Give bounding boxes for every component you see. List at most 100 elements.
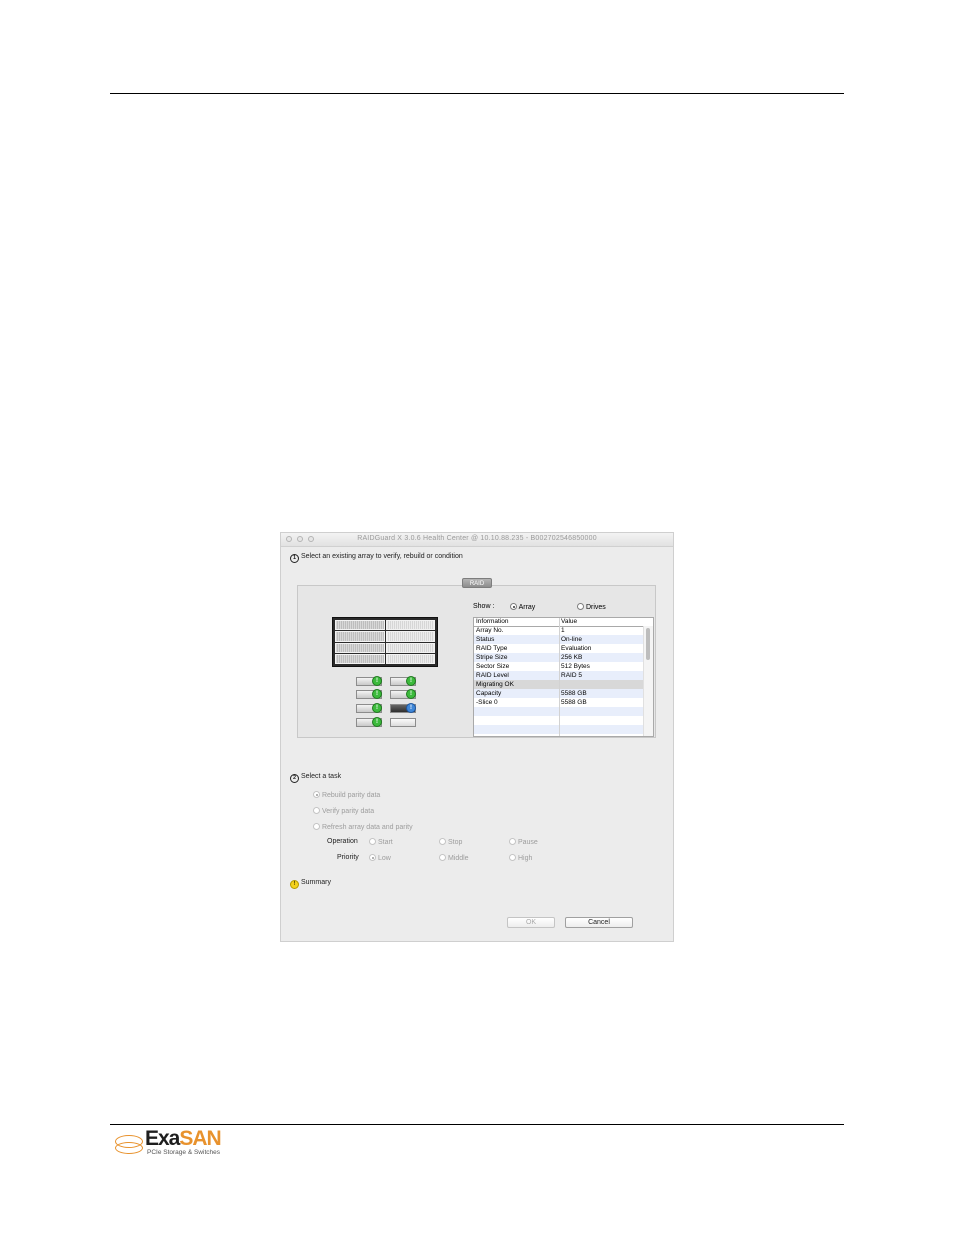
drive-slot[interactable]: ! bbox=[356, 703, 382, 713]
exasan-logo: ExaSAN PCIe Storage & Switches bbox=[113, 1127, 233, 1161]
value-cell: 512 Bytes bbox=[561, 663, 590, 670]
operation-stop-radio[interactable] bbox=[439, 838, 446, 845]
drive-slot[interactable]: ! bbox=[390, 703, 416, 713]
summary-heading: ! Summary bbox=[290, 879, 331, 889]
show-drives-label: Drives bbox=[585, 604, 606, 611]
priority-low-label: Low bbox=[377, 855, 391, 862]
step-1-number-icon: 1 bbox=[290, 554, 299, 563]
health-center-window: RAIDGuard X 3.0.6 Health Center @ 10.10.… bbox=[280, 532, 674, 942]
show-drives-option[interactable]: Drives bbox=[577, 603, 606, 611]
info-cell: Capacity bbox=[476, 690, 502, 697]
footer-rule bbox=[110, 1124, 844, 1125]
value-cell: 5588 GB bbox=[561, 699, 587, 706]
value-cell: 256 KB bbox=[561, 654, 583, 661]
header-rule bbox=[110, 93, 844, 94]
show-array-label: Array bbox=[518, 604, 536, 611]
task-rebuild-radio[interactable] bbox=[313, 791, 320, 798]
operation-start-radio[interactable] bbox=[369, 838, 376, 845]
column-divider bbox=[559, 618, 560, 736]
enclosure-bay bbox=[385, 631, 435, 642]
show-selector: Show : bbox=[473, 603, 494, 610]
logo-wordmark: ExaSAN bbox=[145, 1127, 222, 1150]
operation-label: Operation bbox=[327, 838, 358, 845]
summary-label: Summary bbox=[301, 879, 331, 886]
info-cell: -Slice 0 bbox=[476, 699, 498, 706]
enclosure-bay bbox=[335, 642, 385, 653]
raid-tab[interactable]: RAID bbox=[462, 578, 492, 588]
operation-stop-option[interactable]: Stop bbox=[439, 838, 462, 846]
logo-disk-icon bbox=[115, 1142, 143, 1154]
info-cell: Status bbox=[476, 636, 495, 643]
task-verify-radio[interactable] bbox=[313, 807, 320, 814]
logo-tagline: PCIe Storage & Switches bbox=[147, 1149, 220, 1156]
info-cell: Sector Size bbox=[476, 663, 510, 670]
step-2-number-icon: 2 bbox=[290, 774, 299, 783]
value-cell: Evaluation bbox=[561, 645, 592, 652]
column-header-value[interactable]: Value bbox=[561, 618, 577, 626]
value-cell: 1 bbox=[561, 627, 565, 634]
drive-slot[interactable] bbox=[390, 718, 416, 727]
warning-icon: ! bbox=[290, 880, 299, 889]
scrollbar-thumb[interactable] bbox=[646, 628, 650, 660]
operation-pause-label: Pause bbox=[517, 839, 538, 846]
priority-high-label: High bbox=[517, 855, 533, 862]
task-rebuild-parity[interactable]: Rebuild parity data bbox=[313, 791, 380, 799]
drive-slot[interactable]: ! bbox=[356, 717, 382, 727]
step-1-heading: 1 Select an existing array to verify, reb… bbox=[290, 553, 463, 563]
priority-low-option[interactable]: Low bbox=[369, 854, 391, 862]
step-1-label: Select an existing array to verify, rebu… bbox=[301, 553, 463, 560]
value-cell: 5588 GB bbox=[561, 690, 587, 697]
info-cell: RAID Type bbox=[476, 645, 508, 652]
info-cell: Stripe Size bbox=[476, 654, 508, 661]
value-cell: On-line bbox=[561, 636, 582, 643]
enclosure-bay bbox=[335, 631, 385, 642]
drive-slot[interactable]: ! bbox=[390, 676, 416, 686]
priority-high-option[interactable]: High bbox=[509, 854, 532, 862]
task-refresh-radio[interactable] bbox=[313, 823, 320, 830]
show-label: Show : bbox=[473, 603, 495, 610]
drive-selected-status-icon: ! bbox=[406, 703, 416, 713]
priority-low-radio[interactable] bbox=[369, 854, 376, 861]
enclosure-bay bbox=[335, 620, 385, 631]
drive-slot[interactable]: ! bbox=[356, 689, 382, 699]
enclosure-bay bbox=[385, 620, 435, 631]
operation-start-option[interactable]: Start bbox=[369, 838, 393, 846]
show-drives-radio[interactable] bbox=[577, 603, 584, 610]
priority-middle-radio[interactable] bbox=[439, 854, 446, 861]
ok-button[interactable]: OK bbox=[507, 917, 555, 928]
title-bar[interactable]: RAIDGuard X 3.0.6 Health Center @ 10.10.… bbox=[281, 533, 673, 547]
drive-ok-status-icon: ! bbox=[372, 689, 382, 699]
task-verify-parity[interactable]: Verify parity data bbox=[313, 807, 374, 815]
priority-high-radio[interactable] bbox=[509, 854, 516, 861]
array-info-table[interactable]: Array No. 1 Status On-line RAID Type Evaluati… bbox=[473, 617, 654, 737]
task-refresh-array[interactable]: Refresh array data and parity bbox=[313, 823, 413, 831]
drive-slot[interactable]: ! bbox=[356, 676, 382, 686]
priority-middle-label: Middle bbox=[447, 855, 469, 862]
column-header-information[interactable]: Information bbox=[476, 618, 509, 626]
enclosure-bay bbox=[335, 653, 385, 664]
enclosure-bay bbox=[385, 642, 435, 653]
drive-ok-status-icon: ! bbox=[372, 676, 382, 686]
drive-ok-status-icon: ! bbox=[372, 703, 382, 713]
info-cell: Array No. bbox=[476, 627, 504, 634]
operation-pause-radio[interactable] bbox=[509, 838, 516, 845]
table-scrollbar[interactable] bbox=[643, 626, 653, 736]
drive-ok-status-icon: ! bbox=[372, 717, 382, 727]
drive-slot[interactable]: ! bbox=[390, 689, 416, 699]
info-cell: Migrating OK bbox=[476, 681, 514, 688]
raid-enclosure-image bbox=[332, 617, 438, 667]
task-verify-label: Verify parity data bbox=[321, 808, 375, 815]
cancel-button[interactable]: Cancel bbox=[565, 917, 633, 928]
show-array-option[interactable]: Array bbox=[510, 603, 535, 611]
show-array-radio[interactable] bbox=[510, 603, 517, 610]
info-cell: RAID Level bbox=[476, 672, 509, 679]
priority-middle-option[interactable]: Middle bbox=[439, 854, 469, 862]
drive-ok-status-icon: ! bbox=[406, 689, 416, 699]
operation-pause-option[interactable]: Pause bbox=[509, 838, 538, 846]
operation-start-label: Start bbox=[377, 839, 393, 846]
step-2-label: Select a task bbox=[301, 773, 342, 780]
window-title: RAIDGuard X 3.0.6 Health Center @ 10.10.… bbox=[357, 535, 597, 542]
enclosure-bay bbox=[385, 653, 435, 664]
task-rebuild-label: Rebuild parity data bbox=[321, 792, 381, 799]
step-2-heading: 2 Select a task bbox=[290, 773, 341, 783]
